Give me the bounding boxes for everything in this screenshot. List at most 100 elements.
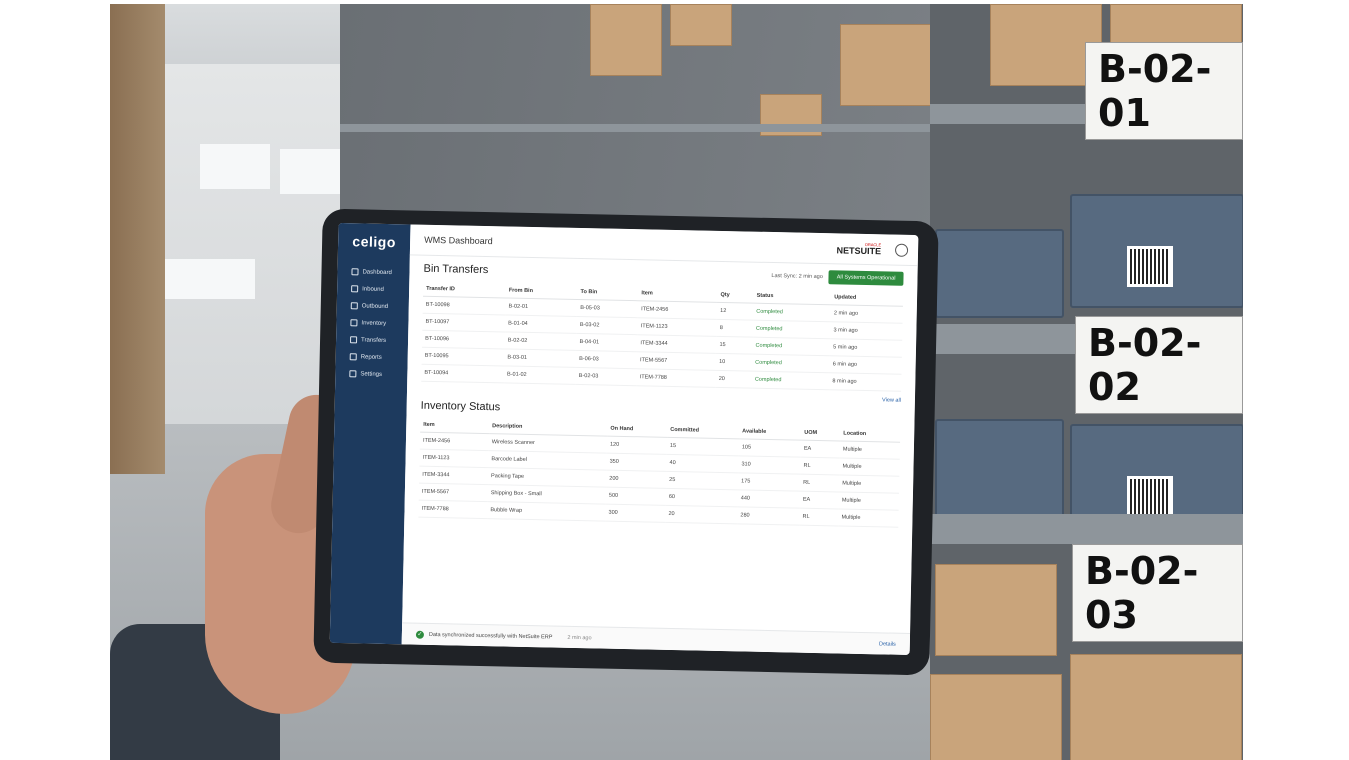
table-cell: 120 xyxy=(606,436,668,455)
table-cell: 5 min ago xyxy=(829,338,903,358)
sync-message: Data synchronized successfully with NetS… xyxy=(428,631,553,641)
sidebar-item-outbound[interactable]: Outbound xyxy=(337,297,409,316)
table-cell: 300 xyxy=(605,504,666,523)
shelf-label: B-02-03 xyxy=(1072,544,1243,642)
window xyxy=(155,259,255,299)
left-rack xyxy=(110,4,165,474)
table-cell: ITEM-7788 xyxy=(636,368,716,388)
tablet: celigo Dashboard Inbound Outbound Invent… xyxy=(313,208,939,676)
table-cell: 40 xyxy=(666,454,739,473)
table-cell: 6 min ago xyxy=(829,355,902,375)
carton xyxy=(930,674,1062,760)
table-cell: ITEM-3344 xyxy=(637,334,717,354)
table-cell: B-02-02 xyxy=(504,331,577,351)
table-cell: Completed xyxy=(752,337,831,356)
table-cell: ITEM-1123 xyxy=(637,317,717,337)
sidebar-item-inventory[interactable]: Inventory xyxy=(336,314,408,333)
table-cell: 25 xyxy=(666,471,739,490)
user-icon[interactable] xyxy=(894,243,909,257)
table-cell: Completed xyxy=(752,320,831,339)
sidebar: celigo Dashboard Inbound Outbound Invent… xyxy=(329,222,411,645)
table-cell: BT-10095 xyxy=(421,347,505,366)
storage-bin xyxy=(935,229,1064,318)
table-cell: B-05-03 xyxy=(577,299,639,318)
details-link[interactable]: Details xyxy=(879,641,896,647)
table-cell: Completed xyxy=(751,371,830,390)
bin-transfers-section: Bin Transfers Last Sync: 2 min ago All S… xyxy=(407,255,918,404)
column-header: Committed xyxy=(667,422,740,439)
table-cell: 12 xyxy=(716,302,754,321)
column-header: On Hand xyxy=(607,421,668,438)
table-cell: B-02-01 xyxy=(505,297,578,317)
column-header: From Bin xyxy=(505,283,578,300)
barcode xyxy=(1127,476,1173,517)
middle-rack xyxy=(340,4,940,234)
status-badge: All Systems Operational xyxy=(828,270,904,286)
carton xyxy=(935,564,1057,656)
section-title: Bin Transfers xyxy=(423,262,489,277)
inventory-table: Item Description On Hand Committed Available… xyxy=(418,417,901,528)
table-cell: EA xyxy=(799,491,840,509)
table-cell: 10 xyxy=(715,353,753,372)
table-cell: BT-10097 xyxy=(422,313,506,332)
table-cell: B-01-04 xyxy=(504,314,578,334)
table-cell: ITEM-2456 xyxy=(637,300,718,320)
table-cell: 20 xyxy=(665,505,738,524)
carton xyxy=(670,4,732,46)
column-header: Qty xyxy=(717,287,754,304)
storage-bin xyxy=(1070,194,1243,308)
sidebar-item-reports[interactable]: Reports xyxy=(336,348,408,367)
table-cell: 15 xyxy=(716,336,753,355)
sidebar-item-transfers[interactable]: Transfers xyxy=(336,331,408,350)
table-cell: Multiple xyxy=(839,440,901,460)
tablet-screen: celigo Dashboard Inbound Outbound Invent… xyxy=(329,222,919,655)
table-cell: B-01-02 xyxy=(503,365,576,385)
table-cell: ITEM-1123 xyxy=(419,449,489,468)
table-cell: B-03-01 xyxy=(504,348,577,368)
sidebar-item-inbound[interactable]: Inbound xyxy=(337,280,409,299)
table-cell: B-02-03 xyxy=(575,367,637,386)
netsuite-logo: ORACLE NETSUITE xyxy=(836,241,882,256)
sidebar-item-dashboard[interactable]: Dashboard xyxy=(337,263,409,282)
last-sync: Last Sync: 2 min ago xyxy=(771,273,823,281)
table-cell: Completed xyxy=(753,303,832,322)
table-cell: Multiple xyxy=(839,457,900,477)
page-title: WMS Dashboard xyxy=(424,234,493,247)
sidebar-item-settings[interactable]: Settings xyxy=(335,365,407,384)
column-header: Item xyxy=(420,417,490,434)
table-cell: BT-10094 xyxy=(421,364,505,383)
table-cell: ITEM-7788 xyxy=(418,500,488,519)
carton xyxy=(590,4,662,76)
home-icon xyxy=(351,268,359,276)
table-cell: BT-10098 xyxy=(422,296,506,315)
status-footer: ✓ Data synchronized successfully with Ne… xyxy=(401,622,911,655)
reports-icon xyxy=(349,353,357,361)
table-cell: 175 xyxy=(737,472,801,492)
column-header: Available xyxy=(739,424,802,441)
column-header: Updated xyxy=(831,290,904,307)
table-cell: Bubble Wrap xyxy=(487,501,606,522)
table-cell: 20 xyxy=(715,370,753,389)
column-header: UOM xyxy=(801,425,841,441)
column-header: Status xyxy=(753,288,832,305)
sync-time: 2 min ago xyxy=(567,634,592,641)
column-header: Item xyxy=(638,286,718,303)
table-cell: B-03-02 xyxy=(576,316,638,335)
table-cell: Completed xyxy=(752,354,830,373)
shelf-label: B-02-02 xyxy=(1075,316,1243,414)
table-cell: ITEM-2456 xyxy=(419,432,489,451)
column-header: To Bin xyxy=(577,284,639,301)
table-cell: 200 xyxy=(606,470,667,489)
inventory-icon xyxy=(350,319,358,327)
table-cell: Multiple xyxy=(839,474,900,494)
inbound-icon xyxy=(351,285,359,293)
table-cell: 350 xyxy=(606,453,667,472)
table-cell: 500 xyxy=(605,487,667,506)
shelf-label: B-02-01 xyxy=(1085,42,1243,140)
transfer-icon xyxy=(350,336,358,344)
sidebar-nav: Dashboard Inbound Outbound Inventory Tra… xyxy=(335,263,409,383)
table-cell: EA xyxy=(800,440,841,458)
main-content: WMS Dashboard ORACLE NETSUITE Bin Transf… xyxy=(401,224,919,655)
table-cell: Multiple xyxy=(838,491,899,511)
table-cell: RL xyxy=(799,508,839,526)
